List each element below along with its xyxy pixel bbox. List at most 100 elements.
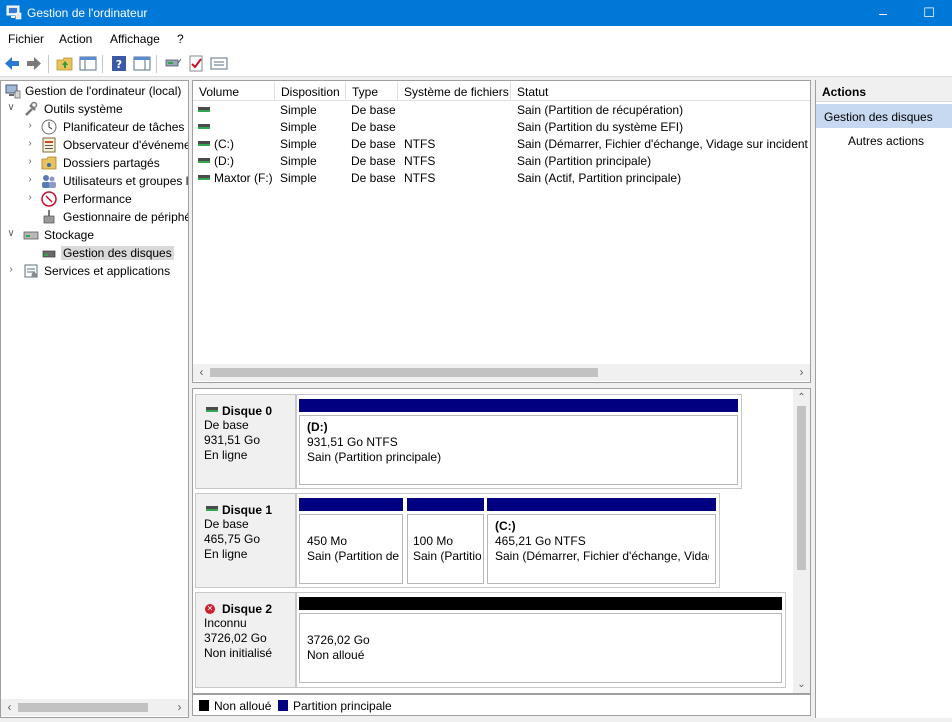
toolbar: ? xyxy=(0,51,952,77)
tree-item-planificateur[interactable]: › Planificateur de tâches xyxy=(1,118,188,136)
partition-efi[interactable]: 100 Mo Sain (Partition du système EFI) xyxy=(407,514,484,584)
scroll-left-arrow-icon[interactable]: ‹ xyxy=(1,699,18,716)
connect-icon[interactable] xyxy=(164,55,182,72)
column-header-type[interactable]: Type xyxy=(346,82,398,101)
legend: Non alloué Partition principale xyxy=(192,694,811,716)
partition-recovery[interactable]: 450 Mo Sain (Partition de récupération) xyxy=(299,514,403,584)
column-header-filesystem[interactable]: Système de fichiers xyxy=(398,82,511,101)
expand-icon[interactable]: › xyxy=(25,120,35,132)
partition-size: 100 Mo xyxy=(413,534,454,548)
drive-icon xyxy=(198,124,210,129)
collapse-icon[interactable]: ∨ xyxy=(6,102,16,114)
toolbar-separator xyxy=(102,55,103,73)
actions-pane: Actions Gestion des disques Autres actio… xyxy=(815,80,952,718)
table-row[interactable]: (D:) Simple De base NTFS Sain (Partition… xyxy=(193,153,810,170)
disk-2-layout: 3726,02 Go Non alloué xyxy=(296,592,786,688)
tree-item-gestionnaire-peripheriques[interactable]: Gestionnaire de périphériques xyxy=(1,208,188,226)
back-arrow-icon[interactable] xyxy=(3,55,21,72)
partition-unallocated[interactable]: 3726,02 Go Non alloué xyxy=(299,613,782,683)
tree-item-observateur[interactable]: › Observateur d'événements xyxy=(1,136,188,154)
partition-bar xyxy=(487,498,716,511)
more-actions-link[interactable]: Autres actions xyxy=(848,134,924,148)
tree-item-gestion-disques[interactable]: Gestion des disques xyxy=(1,244,188,262)
disk-0-info[interactable]: Disque 0 De base 931,51 Go En ligne xyxy=(195,394,296,489)
up-folder-icon[interactable] xyxy=(56,55,74,72)
tree-horizontal-scrollbar[interactable]: ‹ › xyxy=(1,699,188,716)
tree-item-outils-systeme[interactable]: ∨ Outils système xyxy=(1,100,188,118)
tree-item-dossiers-partages[interactable]: › Dossiers partagés xyxy=(1,154,188,172)
actions-header: Actions xyxy=(816,80,952,102)
disk-state: Non initialisé xyxy=(204,646,273,660)
status-cell: Sain (Partition principale) xyxy=(517,154,652,168)
legend-swatch-primary xyxy=(278,700,288,711)
help-icon[interactable]: ? xyxy=(110,55,128,72)
expand-icon[interactable]: › xyxy=(25,156,35,168)
settings-icon[interactable] xyxy=(210,55,228,72)
type-cell: De base xyxy=(351,171,396,185)
partition-bar xyxy=(407,498,484,511)
check-icon[interactable] xyxy=(187,55,205,72)
toolbar-separator xyxy=(156,55,157,73)
disk-view-vertical-scrollbar[interactable]: ⌃ ⌄ xyxy=(793,389,810,693)
table-row[interactable]: (C:) Simple De base NTFS Sain (Démarrer,… xyxy=(193,136,810,153)
menu-fichier[interactable]: Fichier xyxy=(8,32,44,46)
volume-list-horizontal-scrollbar[interactable]: ‹ › xyxy=(193,364,810,381)
scroll-down-arrow-icon[interactable]: ⌄ xyxy=(793,676,810,693)
disk-state: En ligne xyxy=(204,448,248,462)
tree-item-services[interactable]: › Services et applications xyxy=(1,262,188,280)
action-group-disk-management[interactable]: Gestion des disques xyxy=(816,104,952,128)
partition-size: 450 Mo xyxy=(307,534,348,548)
performance-icon xyxy=(41,191,57,207)
drive-icon xyxy=(198,175,210,180)
filesystem-cell: NTFS xyxy=(404,171,436,185)
filesystem-cell: NTFS xyxy=(404,137,436,151)
filesystem-cell: NTFS xyxy=(404,154,436,168)
menu-action[interactable]: Action xyxy=(59,32,92,46)
partition-c[interactable]: (C:) 465,21 Go NTFS Sain (Démarrer, Fich… xyxy=(487,514,716,584)
partition-status: Sain (Partition de récupération) xyxy=(307,549,402,563)
expand-icon[interactable]: › xyxy=(25,192,35,204)
menu-help[interactable]: ? xyxy=(177,32,184,46)
tree-item-stockage[interactable]: ∨ Stockage xyxy=(1,226,188,244)
scroll-up-arrow-icon[interactable]: ⌃ xyxy=(793,389,810,406)
tree-label: Services et applications xyxy=(44,264,171,278)
column-header-disposition[interactable]: Disposition xyxy=(275,82,346,101)
tree-item-root[interactable]: Gestion de l'ordinateur (local) xyxy=(1,82,188,100)
scrollbar-thumb[interactable] xyxy=(18,703,148,712)
scrollbar-thumb[interactable] xyxy=(797,406,806,570)
maximize-button[interactable]: ☐ xyxy=(906,0,952,26)
scrollbar-thumb[interactable] xyxy=(210,368,598,377)
column-header-statut[interactable]: Statut xyxy=(511,82,810,101)
scroll-right-arrow-icon[interactable]: › xyxy=(171,699,188,716)
expand-icon[interactable]: › xyxy=(25,174,35,186)
properties-icon[interactable] xyxy=(133,55,151,72)
disposition-cell: Simple xyxy=(280,103,317,117)
table-row[interactable]: Simple De base Sain (Partition du systèm… xyxy=(193,119,810,136)
table-row[interactable]: Simple De base Sain (Partition de récupé… xyxy=(193,102,810,119)
minimize-button[interactable]: – xyxy=(860,0,906,26)
tree-item-utilisateurs[interactable]: › Utilisateurs et groupes locaux xyxy=(1,172,188,190)
tree-label: Dossiers partagés xyxy=(63,156,160,170)
show-hide-tree-icon[interactable] xyxy=(79,55,97,72)
partition-bar xyxy=(299,498,403,511)
table-row[interactable]: Maxtor (F:) Simple De base NTFS Sain (Ac… xyxy=(193,170,810,187)
navigation-tree: Gestion de l'ordinateur (local) ∨ Outils… xyxy=(0,80,189,718)
scroll-left-arrow-icon[interactable]: ‹ xyxy=(193,364,210,381)
partition-status: Sain (Partition du système EFI) xyxy=(413,549,481,563)
collapse-icon[interactable]: ∨ xyxy=(6,228,16,240)
forward-arrow-icon[interactable] xyxy=(25,55,43,72)
disk-0-layout: (D:) 931,51 Go NTFS Sain (Partition prin… xyxy=(296,394,742,489)
scroll-right-arrow-icon[interactable]: › xyxy=(793,364,810,381)
tree-label: Stockage xyxy=(44,228,95,242)
partition-d[interactable]: (D:) 931,51 Go NTFS Sain (Partition prin… xyxy=(299,415,738,485)
expand-icon[interactable]: › xyxy=(25,138,35,150)
disk-name: Disque 1 xyxy=(222,503,273,517)
disk-1-info[interactable]: Disque 1 De base 465,75 Go En ligne xyxy=(195,493,296,588)
tree-item-performance[interactable]: › Performance xyxy=(1,190,188,208)
disk-2-info[interactable]: ✕ Disque 2 Inconnu 3726,02 Go Non initia… xyxy=(195,592,296,688)
expand-icon[interactable]: › xyxy=(6,264,16,276)
disk-icon xyxy=(206,407,218,412)
menu-affichage[interactable]: Affichage xyxy=(110,32,160,46)
column-header-volume[interactable]: Volume xyxy=(193,82,275,101)
disk-size: 465,75 Go xyxy=(204,532,261,546)
